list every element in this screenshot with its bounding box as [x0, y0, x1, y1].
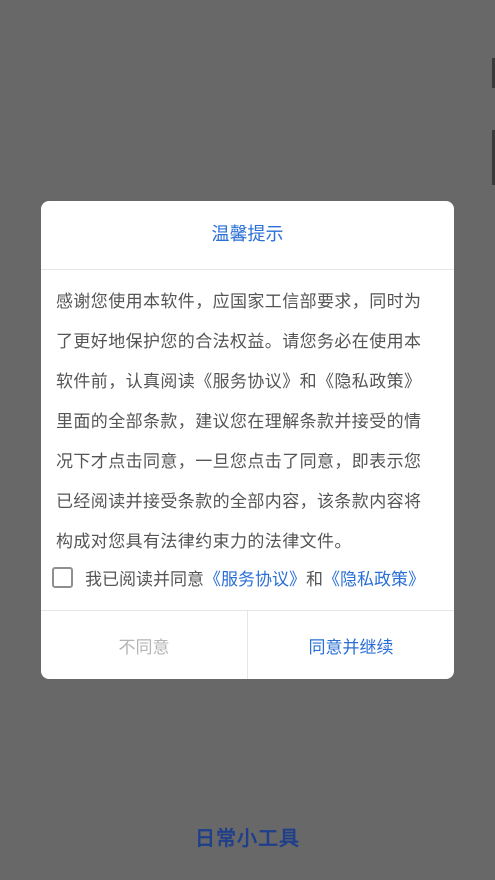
- dialog-button-bar: 不同意 同意并继续: [41, 610, 454, 679]
- agree-checkbox[interactable]: [52, 566, 73, 588]
- body-line: 了更好地保护您的合法权益。请您务必在使用本: [56, 332, 422, 352]
- agree-continue-button[interactable]: 同意并继续: [248, 611, 454, 679]
- agree-conjunction: 和: [306, 569, 323, 590]
- service-agreement-link[interactable]: 《服务协议》: [204, 565, 306, 590]
- body-line: 里面的全部条款，建议您在理解条款并接受的情: [56, 412, 422, 432]
- dialog-title: 温馨提示: [41, 201, 454, 270]
- agree-label: 我已阅读并同意: [85, 569, 204, 590]
- privacy-policy-link[interactable]: 《隐私政策》: [323, 565, 425, 590]
- body-line: 已经阅读并接受条款的全部内容，该条款内容将: [56, 492, 422, 512]
- body-line: 软件前，认真阅读《服务协议》和《隐私政策》: [56, 372, 422, 392]
- body-line: 构成对您具有法律约束力的法律文件。: [56, 532, 352, 552]
- agreement-row: 我已阅读并同意 《服务协议》 和 《隐私政策》: [41, 557, 454, 597]
- body-line: 况下才点击同意，一旦您点击了同意，即表示您: [56, 452, 422, 472]
- disagree-button[interactable]: 不同意: [41, 611, 248, 679]
- dialog-body-text: 感谢您使用本软件，应国家工信部要求，同时为 了更好地保护您的合法权益。请您务必在…: [41, 270, 454, 557]
- app-name-label: 日常小工具: [195, 826, 300, 850]
- body-line: 感谢您使用本软件，应国家工信部要求，同时为: [56, 292, 422, 312]
- privacy-consent-dialog: 温馨提示 感谢您使用本软件，应国家工信部要求，同时为 了更好地保护您的合法权益。…: [41, 201, 454, 679]
